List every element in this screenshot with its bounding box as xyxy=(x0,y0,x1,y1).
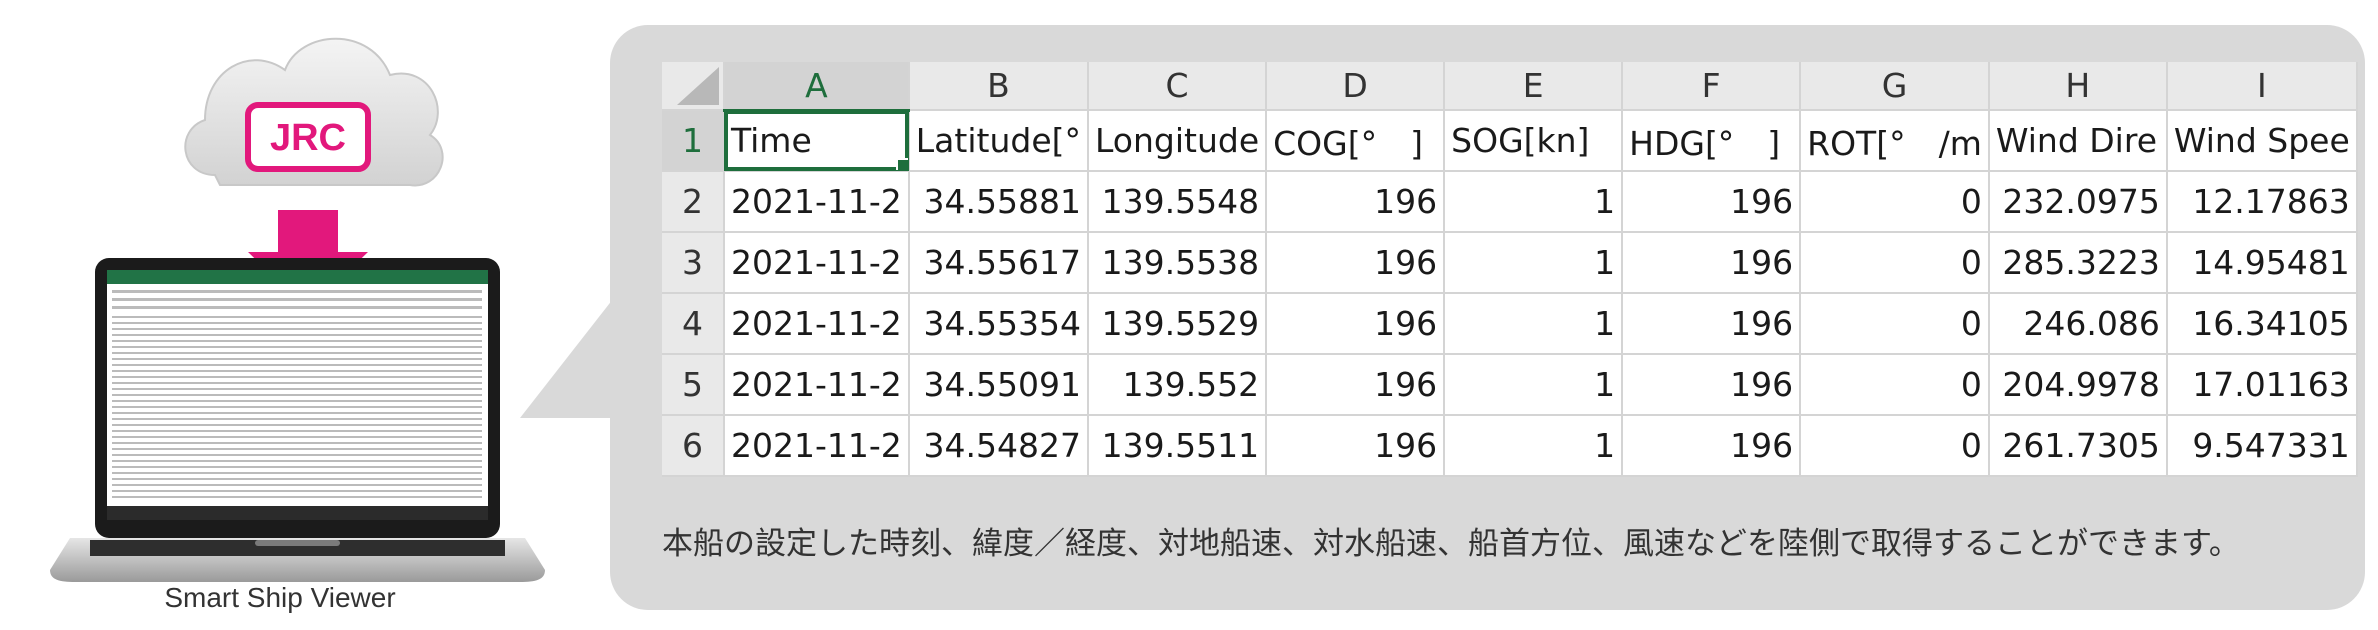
table-row: 4 2021-11-2 34.55354 139.5529 196 1 196 … xyxy=(662,293,2358,355)
row-header[interactable]: 4 xyxy=(662,293,725,355)
cell[interactable]: 14.95481 xyxy=(2166,232,2358,294)
cell-selected[interactable]: Time xyxy=(724,110,910,172)
cell-value: Time xyxy=(731,121,812,161)
cell[interactable]: COG[° ] xyxy=(1266,110,1446,172)
cell[interactable]: 2021-11-2 xyxy=(724,171,910,233)
cell[interactable]: 1 xyxy=(1444,232,1624,294)
row-header[interactable]: 3 xyxy=(662,232,725,294)
cell[interactable]: HDG[° ] xyxy=(1622,110,1802,172)
cell[interactable]: 204.9978 xyxy=(1988,354,2168,416)
cell[interactable]: 139.5538 xyxy=(1088,232,1268,294)
cell[interactable]: 34.55091 xyxy=(908,354,1090,416)
cell[interactable]: 2021-11-2 xyxy=(724,354,910,416)
row-header[interactable]: 5 xyxy=(662,354,725,416)
cell[interactable]: 232.0975 xyxy=(1988,171,2168,233)
cell[interactable]: ROT[° /m xyxy=(1800,110,1990,172)
cloud-laptop-graphic: JRC xyxy=(50,37,545,582)
column-header[interactable]: B xyxy=(908,62,1090,111)
description-text: 本船の設定した時刻、緯度／経度、対地船速、対水船速、船首方位、風速などを陸側で取… xyxy=(662,526,2240,562)
cell[interactable]: 196 xyxy=(1622,171,1802,233)
cell[interactable]: 261.7305 xyxy=(1988,415,2168,477)
cell[interactable]: 139.552 xyxy=(1088,354,1268,416)
callout-pointer xyxy=(520,290,620,418)
cell[interactable]: 1 xyxy=(1444,293,1624,355)
cell[interactable]: 17.01163 xyxy=(2166,354,2358,416)
cell[interactable]: 34.55881 xyxy=(908,171,1090,233)
table-row: 1 Time Latitude[° Longitude COG[° ] SOG[… xyxy=(662,110,2358,172)
table-row: 6 2021-11-2 34.54827 139.5511 196 1 196 … xyxy=(662,415,2358,477)
cell[interactable]: 285.3223 xyxy=(1988,232,2168,294)
column-header[interactable]: A xyxy=(724,62,910,112)
column-header[interactable]: E xyxy=(1444,62,1624,111)
table-row: 3 2021-11-2 34.55617 139.5538 196 1 196 … xyxy=(662,232,2358,294)
cell[interactable]: 34.55354 xyxy=(908,293,1090,355)
cell[interactable]: 196 xyxy=(1622,232,1802,294)
cell[interactable]: 2021-11-2 xyxy=(724,232,910,294)
cell[interactable]: 0 xyxy=(1800,415,1990,477)
cell[interactable]: 16.34105 xyxy=(2166,293,2358,355)
table-row: 2 2021-11-2 34.55881 139.5548 196 1 196 … xyxy=(662,171,2358,233)
cell[interactable]: 34.55617 xyxy=(908,232,1090,294)
select-all-corner[interactable] xyxy=(662,62,725,111)
cell[interactable]: 139.5511 xyxy=(1088,415,1268,477)
cell[interactable]: 9.547331 xyxy=(2166,415,2358,477)
cell[interactable]: 196 xyxy=(1622,293,1802,355)
fill-handle[interactable] xyxy=(895,158,907,169)
column-header[interactable]: C xyxy=(1088,62,1268,111)
cell[interactable]: 196 xyxy=(1622,415,1802,477)
cell[interactable]: 196 xyxy=(1266,415,1446,477)
cell[interactable]: 246.086 xyxy=(1988,293,2168,355)
row-header[interactable]: 2 xyxy=(662,171,725,233)
cell[interactable]: 0 xyxy=(1800,354,1990,416)
jrc-logo-text: JRC xyxy=(270,117,346,159)
cell[interactable]: 0 xyxy=(1800,232,1990,294)
cell[interactable]: Wind Dire xyxy=(1988,110,2168,172)
column-header[interactable]: G xyxy=(1800,62,1990,111)
cell[interactable]: 139.5529 xyxy=(1088,293,1268,355)
cell[interactable]: 196 xyxy=(1266,293,1446,355)
cell[interactable]: 34.54827 xyxy=(908,415,1090,477)
table-row: 5 2021-11-2 34.55091 139.552 196 1 196 0… xyxy=(662,354,2358,416)
cloud-icon: JRC xyxy=(184,37,444,187)
cell[interactable]: 2021-11-2 xyxy=(724,293,910,355)
select-all-icon xyxy=(677,67,719,105)
column-header[interactable]: D xyxy=(1266,62,1446,111)
cell[interactable]: Wind Spee xyxy=(2166,110,2358,172)
cell[interactable]: 2021-11-2 xyxy=(724,415,910,477)
cell[interactable]: 196 xyxy=(1266,171,1446,233)
column-header[interactable]: I xyxy=(2166,62,2358,111)
caption: Smart Ship Viewer xyxy=(164,582,396,613)
row-header[interactable]: 1 xyxy=(662,110,725,172)
cell[interactable]: 0 xyxy=(1800,171,1990,233)
column-header[interactable]: H xyxy=(1988,62,2168,111)
laptop-icon xyxy=(50,258,545,582)
cell[interactable]: 0 xyxy=(1800,293,1990,355)
cell[interactable]: 196 xyxy=(1266,232,1446,294)
cell[interactable]: SOG[kn] xyxy=(1444,110,1624,172)
cell[interactable]: 196 xyxy=(1622,354,1802,416)
spreadsheet: A B C D E F G H I 1 Time Latitude[° Long… xyxy=(662,62,2358,477)
cell[interactable]: 1 xyxy=(1444,354,1624,416)
cell[interactable]: 1 xyxy=(1444,171,1624,233)
cell[interactable]: 12.17863 xyxy=(2166,171,2358,233)
cell[interactable]: 139.5548 xyxy=(1088,171,1268,233)
illustration: JRC Smart Ship Viewer xyxy=(0,0,600,626)
column-header[interactable]: F xyxy=(1622,62,1802,111)
cell[interactable]: 1 xyxy=(1444,415,1624,477)
cell[interactable]: Longitude xyxy=(1088,110,1268,172)
cell[interactable]: 196 xyxy=(1266,354,1446,416)
column-header-row: A B C D E F G H I xyxy=(662,62,2358,112)
cell[interactable]: Latitude[° xyxy=(908,110,1090,172)
row-header[interactable]: 6 xyxy=(662,415,725,477)
